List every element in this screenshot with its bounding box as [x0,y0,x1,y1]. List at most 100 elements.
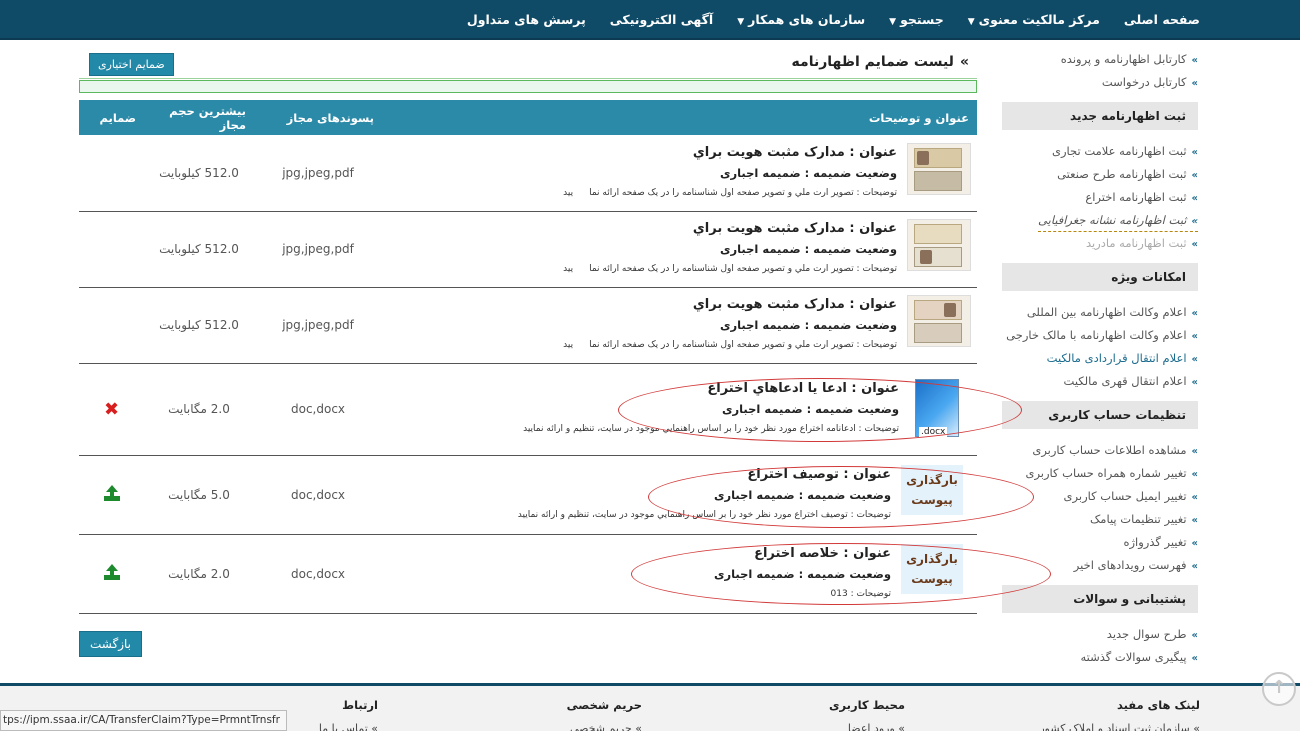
attachment-action [79,135,144,212]
nav-ip-center[interactable]: مرکز مالکیت معنوی▼ [968,12,1100,27]
upload-icon[interactable] [102,562,122,582]
nav-partners[interactable]: سازمان های همکار▼ [737,12,865,27]
back-button[interactable]: بازگشت [79,631,142,657]
sidebar-item-geographical-indication[interactable]: » ثبت اظهارنامه نشانه جغرافیایی [1038,209,1198,232]
sidebar-item-sms-settings[interactable]: » تغییر تنظیمات پیامک [1002,508,1198,531]
allowed-extensions: doc,docx [254,363,382,456]
title-row: » لیست ضمایم اظهارنامه ضمایم اختیاری [79,50,977,80]
attachment-description: توضیحات : ادعانامه اختراع مورد نظر خود ر… [523,424,899,434]
description-end: يید [563,264,574,274]
table-row: عنوان : مدارک مثبت هويت براي وضعیت ضمیمه… [79,211,977,288]
footer-heading: ارتباط [342,698,378,712]
nav-partners-label: سازمان های همکار [748,11,866,27]
attachment-title: عنوان : مدارک مثبت هويت براي [692,297,897,312]
sidebar-item-label: ثبت اظهارنامه طرح صنعتی [1057,167,1187,181]
attachment-status: وضعیت ضمیمه : ضمیمه اجباری [719,318,897,332]
sidebar-item-label: ثبت اظهارنامه مادرید [1085,236,1187,250]
max-size: 5.0 مگابایت [144,455,254,535]
sidebar-item-contract-transfer[interactable]: » اعلام انتقال قراردادی مالکیت [1002,347,1198,370]
sidebar-item-declaration-cartable[interactable]: » کارتابل اظهارنامه و پرونده [1002,48,1198,71]
description-label: توضیحات : تصویر [831,264,897,274]
attachment-title: عنوان : مدارک مثبت هويت براي [692,144,897,160]
sidebar-item-view-account[interactable]: » مشاهده اطلاعات حساب کاربری [1002,439,1198,462]
arrow-up-circle-icon[interactable]: ↑ [1262,672,1296,706]
footer-link-label: ورود اعضا [847,722,895,731]
footer-link-label: تماس با ما [318,722,368,731]
nav-home[interactable]: صفحه اصلی [1124,12,1200,27]
chevron-icon: » [1191,239,1198,250]
max-size: 512.0 کیلوبایت [144,211,254,288]
description-text: ارت ملي و تصوير صفحه اول شناسنامه را در … [589,340,829,350]
footer-column-contact: ارتباط » تماس با ما [319,698,378,731]
chevron-icon: » [1191,492,1198,503]
attachment-thumbnail[interactable] [907,219,971,271]
sidebar-item-label: فهرست رویدادهای اخیر [1073,558,1187,572]
attachment-description: توضیحات : تصویر ارت ملي و تصوير صفحه اول… [382,335,971,355]
sidebar-item-track-questions[interactable]: » پیگیری سوالات گذشته [1002,646,1198,669]
sidebar-item-madrid[interactable]: » ثبت اظهارنامه مادرید [1002,232,1198,255]
sidebar-item-change-email[interactable]: » تغییر ایمیل حساب کاربری [1002,485,1198,508]
sidebar-heading-new-declaration: ثبت اظهارنامه جدید [1002,102,1198,130]
docx-file-icon[interactable]: .docx [913,379,963,439]
chevron-icon: » [1191,170,1198,181]
sidebar-item-intl-attorney[interactable]: » اعلام وکالت اظهارنامه بین المللی [1002,301,1198,324]
upload-attachment-button[interactable]: بارگذاری پیوست [901,543,963,594]
footer-link-label: حریم شخصی [569,722,632,731]
status-bar-url: tps://ipm.ssaa.ir/CA/TransferClaim?Type=… [0,710,287,731]
sidebar-item-label: اعلام انتقال قراردادی مالکیت [1046,351,1187,365]
upload-attachment-button[interactable]: بارگذاری پیوست [901,464,963,515]
chevron-icon: » [1191,193,1198,204]
attachment-action [79,534,144,614]
table-row: بارگذاری پیوست عنوان : خلاصه اختراع وضعی… [79,534,1051,614]
sidebar-item-trademark[interactable]: » ثبت اظهارنامه علامت تجاری [1002,140,1198,163]
column-header-attachment: ضمایم [79,100,144,135]
delete-x-icon[interactable]: ✖ [104,399,119,420]
table-row: عنوان : مدارک مثبت هويت براي وضعیت ضمیمه… [79,135,977,212]
table-row: .docx عنوان : ادعا یا ادعاهاي اختراع وضع… [79,363,1022,456]
sidebar-item-request-cartable[interactable]: » کارتابل درخواست [1002,71,1198,94]
table-header-row: عنوان و توضیحات پسوندهای مجاز بیشترین حج… [79,100,977,135]
attachment-description: توضیحات : 013 [830,588,891,599]
attachment-thumbnail[interactable] [907,142,971,195]
sidebar-item-label: تغییر گذرواژه [1123,535,1187,549]
chevron-icon: » [1191,78,1198,89]
footer-link[interactable]: » سازمان ثبت اسناد و املاک کشور [1039,722,1200,731]
column-header-max-size: بیشترین حجم مجاز [144,100,254,135]
sidebar-item-forced-transfer[interactable]: » اعلام انتقال قهری مالکیت [1002,370,1198,393]
sidebar-item-change-phone[interactable]: » تغییر شماره همراه حساب کاربری [1002,462,1198,485]
table-row: عنوان : مدارک مثبت هويت براي وضعیت ضمیمه… [79,287,977,364]
sidebar-heading-account-settings: تنظیمات حساب کاربری [1002,401,1198,429]
attachment-info: بارگذاری پیوست عنوان : خلاصه اختراع وضعی… [382,534,1051,614]
sidebar-item-label: کارتابل اظهارنامه و پرونده [1060,52,1187,66]
sidebar-item-label: اعلام وکالت اظهارنامه بین المللی [1026,305,1187,319]
nav-faq[interactable]: پرسش های متداول [467,12,586,27]
sidebar-item-label: ثبت اظهارنامه نشانه جغرافیایی [1038,213,1187,227]
sidebar-item-industrial-design[interactable]: » ثبت اظهارنامه طرح صنعتی [1002,163,1198,186]
footer-column-useful-links: لینک های مفید » سازمان ثبت اسناد و املاک… [1039,698,1200,731]
attachment-thumbnail[interactable] [907,295,971,347]
sidebar-item-change-password[interactable]: » تغییر گذرواژه [1002,531,1198,554]
attachment-action [79,287,144,364]
sidebar-item-patent[interactable]: » ثبت اظهارنامه اختراع [1002,186,1198,209]
footer-link[interactable]: » تماس با ما [319,722,378,731]
footer-link[interactable]: » حریم شخصی [567,722,642,731]
nav-e-notice[interactable]: آگهی الکترونیکی [610,12,713,27]
allowed-extensions: jpg,jpeg,pdf [254,211,382,288]
description-end: يید [563,340,574,350]
upload-icon[interactable] [102,483,122,503]
sidebar-item-new-question[interactable]: » طرح سوال جدید [1002,623,1198,646]
sidebar: » کارتابل اظهارنامه و پرونده » کارتابل درخ… [1002,48,1198,669]
chevron-down-icon: ▼ [967,16,975,27]
nav-search[interactable]: جستجو▼ [889,12,944,27]
footer-link[interactable]: » ورود اعضا [829,722,905,731]
chevron-icon: » [1191,630,1198,641]
chevron-icon: » [1191,538,1198,549]
description-end: يید [563,187,574,198]
sidebar-item-foreign-owner-attorney[interactable]: » اعلام وکالت اظهارنامه با مالک خارجی [1002,324,1198,347]
description-label: توضیحات : تصویر [831,187,897,198]
footer-link-label: سازمان ثبت اسناد و املاک کشور [1039,722,1190,731]
message-box [79,80,977,93]
optional-attachments-button[interactable]: ضمایم اختیاری [89,53,174,76]
sidebar-item-recent-events[interactable]: » فهرست رویدادهای اخیر [1002,554,1198,577]
attachment-info: .docx عنوان : ادعا یا ادعاهاي اختراع وضع… [382,363,1022,456]
